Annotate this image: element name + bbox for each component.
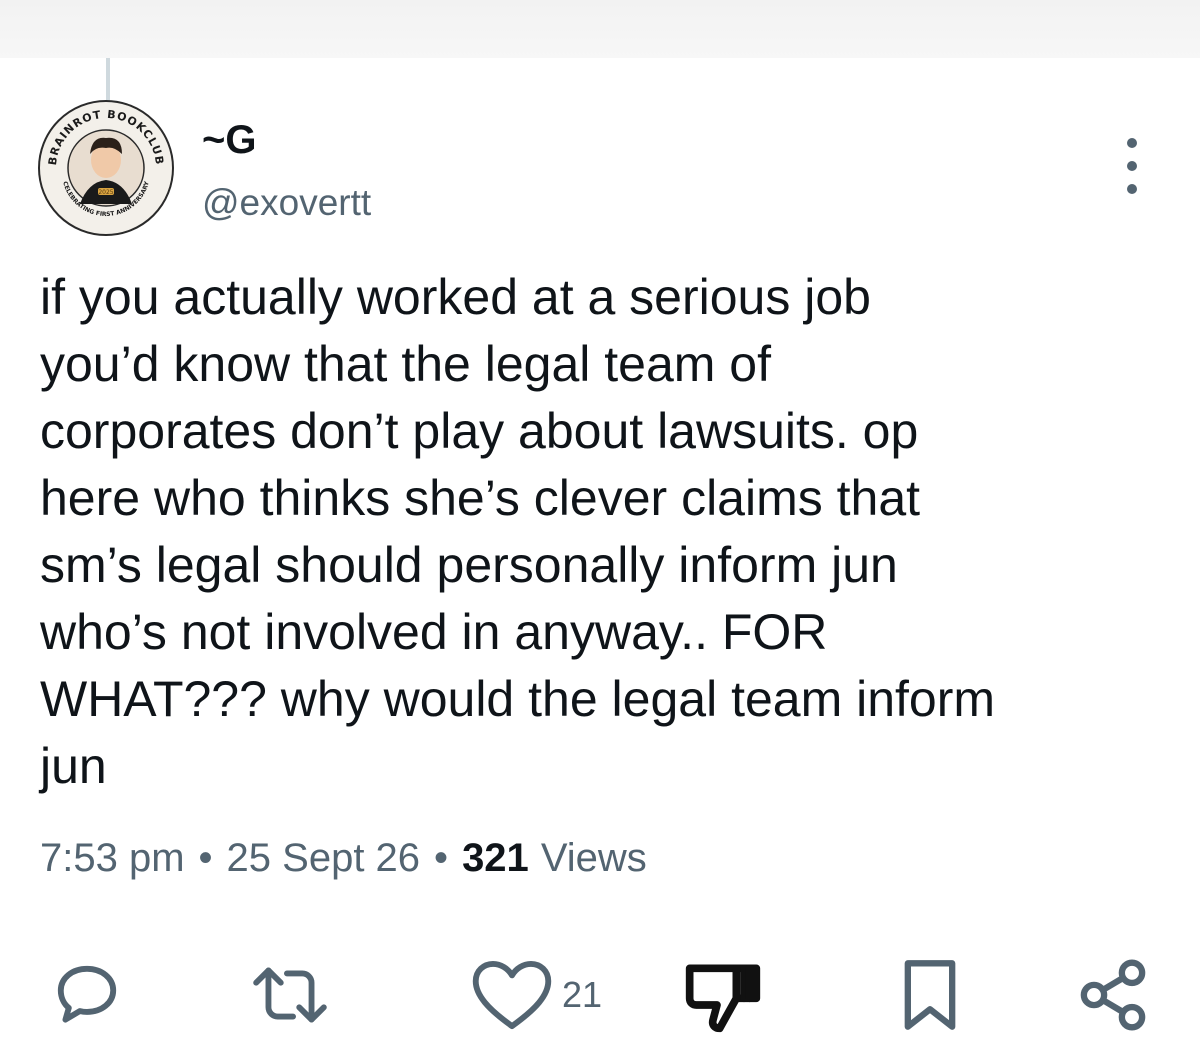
speech-bubble-icon (57, 965, 117, 1023)
views-count[interactable]: 321 (462, 836, 529, 881)
bookmark-button[interactable] (895, 950, 965, 1040)
author-display-name[interactable]: ~G (202, 118, 256, 163)
tweet-metadata: 7:53 pm • 25 Sept 26 • 321 Views (40, 836, 647, 881)
separator-dot: • (198, 836, 213, 880)
dislike-button[interactable] (683, 950, 763, 1040)
avatar-badge-year: 2025 (98, 189, 113, 196)
share-nodes-icon (1080, 959, 1146, 1031)
avatar[interactable]: BRAINROT BOOKCLUB CELEBRATING FIRST ANNI… (38, 100, 174, 236)
repost-button[interactable] (250, 950, 330, 1040)
heart-icon (472, 960, 552, 1030)
views-label[interactable]: Views (541, 836, 647, 881)
repost-arrows-icon (253, 967, 327, 1023)
like-count: 21 (562, 974, 603, 1015)
top-bar (0, 0, 1200, 58)
tweet-date[interactable]: 25 Sept 26 (227, 836, 421, 881)
more-options-icon[interactable] (1112, 138, 1152, 194)
tweet-text: if you actually worked at a serious job … (40, 269, 996, 794)
author-handle[interactable]: @exovertt (202, 182, 371, 224)
thread-connector-line (106, 58, 110, 102)
action-bar: 21 (0, 950, 1200, 1040)
bookmark-icon (904, 960, 956, 1030)
separator-dot: • (434, 836, 449, 880)
tweet-time[interactable]: 7:53 pm (40, 836, 185, 881)
like-button[interactable]: 21 (470, 950, 602, 1040)
share-button[interactable] (1078, 950, 1148, 1040)
reply-button[interactable] (50, 950, 124, 1040)
thumbs-down-icon (685, 964, 761, 1033)
